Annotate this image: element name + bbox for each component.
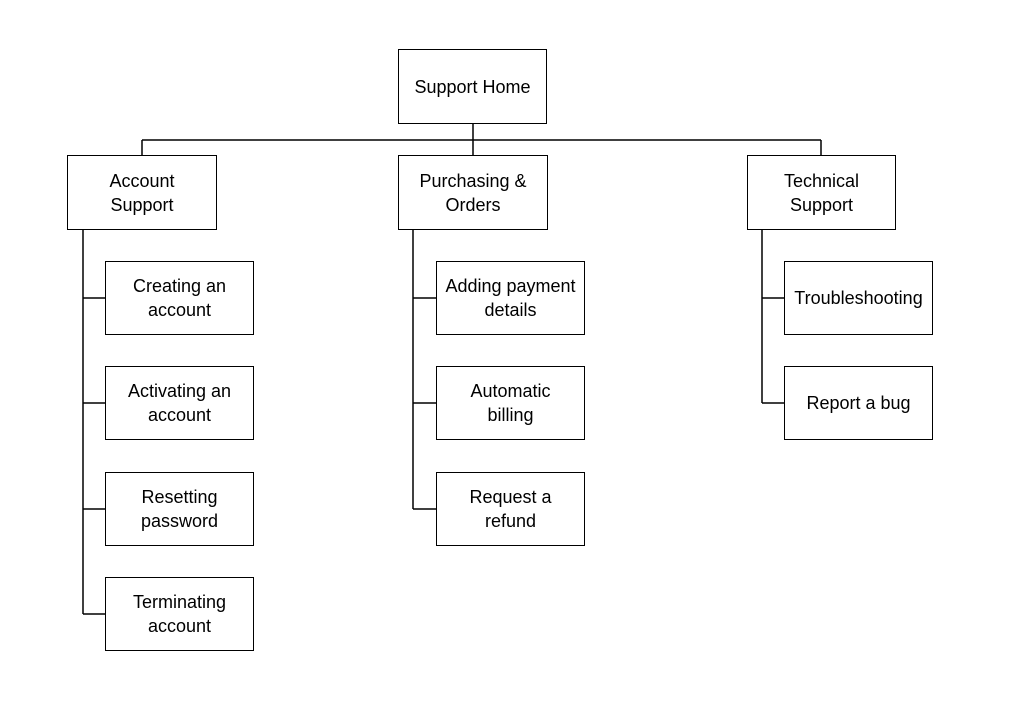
node-resetting-password: Resetting password [105, 472, 254, 546]
node-label: Account Support [109, 170, 175, 215]
node-account-support: Account Support [67, 155, 217, 230]
node-label: Support Home [414, 76, 531, 97]
node-creating-account: Creating an account [105, 261, 254, 335]
node-label: Report a bug [806, 393, 911, 413]
node-purchasing-orders: Purchasing & Orders [398, 155, 548, 230]
node-label: Automatic billing [470, 381, 551, 425]
node-label: Terminating account [132, 592, 227, 636]
node-label: Troubleshooting [794, 288, 923, 308]
node-label: Request a refund [469, 487, 552, 531]
node-technical-support: Technical Support [747, 155, 896, 230]
node-label: Adding payment details [445, 276, 576, 320]
node-automatic-billing: Automatic billing [436, 366, 585, 440]
node-label: Resetting password [140, 487, 219, 531]
node-report-bug: Report a bug [784, 366, 933, 440]
node-troubleshooting: Troubleshooting [784, 261, 933, 335]
sitemap-diagram: Support Home Account Support Purchasing … [0, 0, 1024, 705]
node-adding-payment-details: Adding payment details [436, 261, 585, 335]
node-label: Purchasing & Orders [419, 170, 527, 215]
node-label: Creating an account [132, 276, 227, 320]
node-label: Technical Support [783, 170, 860, 215]
node-label: Activating an account [127, 381, 232, 425]
node-terminating-account: Terminating account [105, 577, 254, 651]
node-activating-account: Activating an account [105, 366, 254, 440]
node-request-refund: Request a refund [436, 472, 585, 546]
node-support-home: Support Home [398, 49, 547, 124]
